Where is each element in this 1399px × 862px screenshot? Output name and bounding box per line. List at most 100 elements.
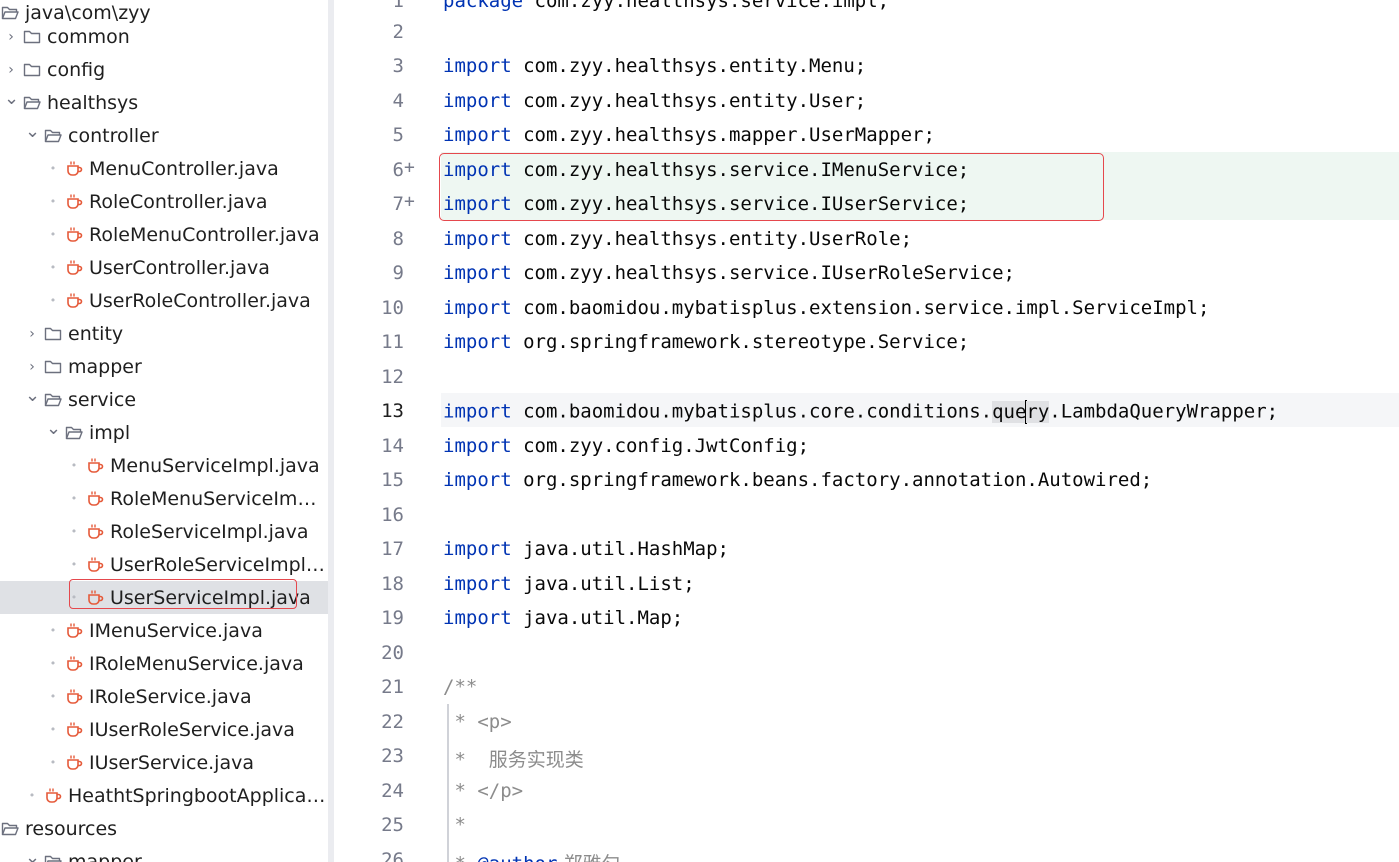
tree-file[interactable]: • RoleMenuServiceImpl.j...: [0, 482, 328, 515]
keyword: package: [443, 0, 524, 12]
code-text: * @author 郑雅匀: [443, 849, 620, 862]
tree-item-label: mapper: [68, 850, 142, 862]
tree-file[interactable]: • MenuController.java: [0, 152, 328, 185]
folder-open-icon: [43, 126, 63, 146]
tree-file[interactable]: • UserRoleController.java: [0, 284, 328, 317]
tree-file[interactable]: • IUserRoleService.java: [0, 713, 328, 746]
code-line[interactable]: 6 + import com.zyy.healthsys.service.IMenu…: [334, 152, 1399, 186]
chevron-right-icon[interactable]: ›: [4, 62, 18, 78]
line-number: 5: [392, 124, 404, 146]
line-number: 8: [392, 228, 404, 250]
tree-folder[interactable]: ⌄ impl: [0, 416, 328, 449]
chevron-down-icon[interactable]: ⌄: [4, 88, 19, 109]
code-text: import com.zyy.healthsys.entity.Menu;: [443, 55, 866, 77]
tree-item-label: IRoleMenuService.java: [89, 652, 304, 675]
code-line[interactable]: 26 * @author 郑雅匀: [334, 842, 1399, 862]
tree-item-label: service: [68, 388, 137, 411]
code-text: /**: [443, 676, 477, 698]
tree-file[interactable]: • IRoleMenuService.java: [0, 647, 328, 680]
code-line[interactable]: 18 import java.util.List;: [334, 566, 1399, 600]
code-text: import com.zyy.healthsys.service.IUserRo…: [443, 262, 1015, 284]
code-identifier: com.zyy.healthsys.mapper.UserMapper;: [511, 124, 935, 146]
tree-folder[interactable]: ⌄ service: [0, 383, 328, 416]
tree-folder[interactable]: › common: [0, 20, 328, 53]
code-identifier: com.baomidou.mybatisplus.core.conditions…: [511, 400, 993, 423]
code-line[interactable]: 22 * <p>: [334, 704, 1399, 738]
code-line[interactable]: 7 + import com.zyy.healthsys.service.IUser…: [334, 186, 1399, 220]
chevron-right-icon[interactable]: ›: [4, 29, 18, 45]
tree-bullet: •: [49, 228, 57, 241]
tree-file[interactable]: • RoleMenuController.java: [0, 218, 328, 251]
chevron-down-icon[interactable]: ⌄: [46, 418, 61, 439]
tree-bullet: •: [49, 723, 57, 736]
code-line[interactable]: 9 import com.zyy.healthsys.service.IUserR…: [334, 255, 1399, 289]
code-line[interactable]: 14 import com.zyy.config.JwtConfig;: [334, 428, 1399, 462]
line-number: 21: [381, 676, 404, 698]
tree-folder[interactable]: ⌄ controller: [0, 119, 328, 152]
word-highlight: ry: [1026, 400, 1050, 423]
java-class-icon: [85, 489, 105, 509]
chevron-down-icon[interactable]: ⌄: [25, 121, 40, 142]
code-line[interactable]: 15 import org.springframework.beans.facto…: [334, 462, 1399, 496]
code-line[interactable]: 17 import java.util.HashMap;: [334, 531, 1399, 565]
code-line[interactable]: 2: [334, 14, 1399, 48]
tree-file[interactable]: • MenuServiceImpl.java: [0, 449, 328, 482]
code-line[interactable]: 19 import java.util.Map;: [334, 600, 1399, 634]
tree-folder[interactable]: resources: [0, 812, 328, 845]
chevron-down-icon[interactable]: ⌄: [25, 847, 40, 862]
code-line[interactable]: 11 import org.springframework.stereotype.…: [334, 324, 1399, 358]
tree-file[interactable]: • UserServiceImpl.java: [0, 581, 328, 614]
code-text: import org.springframework.stereotype.Se…: [443, 331, 969, 353]
folder-icon: [22, 27, 42, 47]
tree-folder[interactable]: › config: [0, 53, 328, 86]
tree-folder[interactable]: ⌄ mapper: [0, 845, 328, 862]
tree-item-label: IMenuService.java: [89, 619, 263, 642]
chevron-right-icon[interactable]: ›: [25, 326, 39, 342]
tree-item-label: MenuController.java: [89, 157, 279, 180]
tree-file[interactable]: • UserController.java: [0, 251, 328, 284]
code-line[interactable]: 24 * </p>: [334, 773, 1399, 807]
code-line[interactable]: 16: [334, 497, 1399, 531]
comment-text: *: [443, 749, 489, 771]
keyword: import: [443, 124, 512, 146]
code-line[interactable]: 8 import com.zyy.healthsys.entity.UserRol…: [334, 221, 1399, 255]
chevron-right-icon[interactable]: ›: [25, 359, 39, 375]
project-tree[interactable]: java\com\zyy › common › config ⌄ healthsys ⌄ con…: [0, 0, 328, 862]
code-line[interactable]: 4 import com.zyy.healthsys.entity.User;: [334, 83, 1399, 117]
java-class-icon: [85, 522, 105, 542]
tree-folder[interactable]: › mapper: [0, 350, 328, 383]
code-line[interactable]: 5 import com.zyy.healthsys.mapper.UserMap…: [334, 117, 1399, 151]
tree-bullet: •: [49, 756, 57, 769]
java-class-icon: [64, 720, 84, 740]
code-text: package com.zyy.healthsys.service.impl;: [443, 0, 889, 12]
tree-item-label: UserRoleController.java: [89, 289, 311, 312]
tree-file[interactable]: • IUserService.java: [0, 746, 328, 779]
code-identifier: java.util.Map;: [511, 607, 684, 629]
code-line[interactable]: 12: [334, 359, 1399, 393]
tree-file[interactable]: • RoleServiceImpl.java: [0, 515, 328, 548]
code-line[interactable]: 21 /**: [334, 669, 1399, 703]
tree-folder[interactable]: › entity: [0, 317, 328, 350]
chevron-down-icon[interactable]: ⌄: [25, 385, 40, 406]
tree-item-label: resources: [25, 817, 118, 840]
code-line[interactable]: 13 import com.baomidou.mybatisplus.core.c…: [334, 393, 1399, 427]
tree-item-label: RoleController.java: [89, 190, 268, 213]
tree-item-label: IUserService.java: [89, 751, 254, 774]
code-line[interactable]: 3 import com.zyy.healthsys.entity.Menu;: [334, 48, 1399, 82]
tree-item-label: entity: [68, 322, 124, 345]
code-identifier: java.util.HashMap;: [511, 538, 729, 560]
code-identifier: org.springframework.beans.factory.annota…: [511, 469, 1153, 491]
code-line[interactable]: 25 *: [334, 807, 1399, 841]
keyword: import: [443, 55, 512, 77]
tree-file[interactable]: • IRoleService.java: [0, 680, 328, 713]
code-editor[interactable]: 1 package com.zyy.healthsys.service.impl;…: [334, 0, 1399, 862]
tree-file[interactable]: • RoleController.java: [0, 185, 328, 218]
tree-file[interactable]: • UserRoleServiceImpl.java: [0, 548, 328, 581]
code-line[interactable]: 23 * 服务实现类: [334, 738, 1399, 772]
code-line[interactable]: 20: [334, 635, 1399, 669]
tree-file[interactable]: • HeathtSpringbootApplication.j...: [0, 779, 328, 812]
folder-icon: [43, 357, 63, 377]
tree-folder[interactable]: ⌄ healthsys: [0, 86, 328, 119]
code-line[interactable]: 10 import com.baomidou.mybatisplus.extens…: [334, 290, 1399, 324]
tree-file[interactable]: • IMenuService.java: [0, 614, 328, 647]
